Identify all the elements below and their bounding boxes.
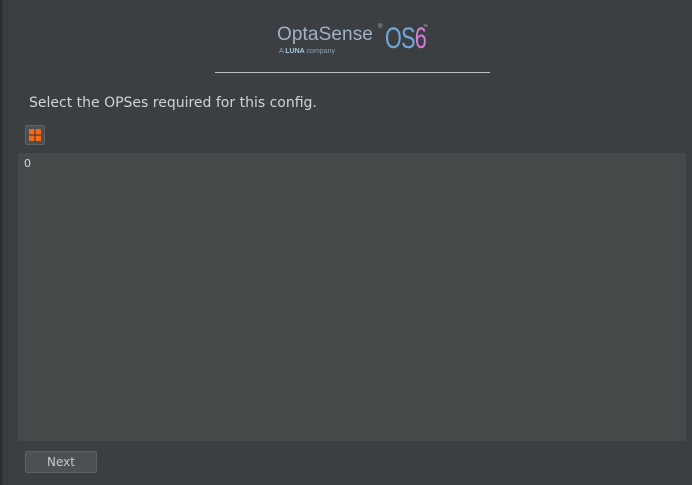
header-divider <box>215 72 490 73</box>
logo-tagline-suffix: company <box>304 48 336 55</box>
instruction-text: Select the OPSes required for this confi… <box>29 95 317 111</box>
next-button[interactable]: Next <box>25 451 97 473</box>
logo-brand-text: OptaSense <box>277 24 373 45</box>
header: OptaSense ® A LUNA company OS6 ™ <box>1 0 692 73</box>
grid-toggle-button[interactable] <box>25 125 45 145</box>
logo-tagline-luna: LUNA <box>285 48 305 55</box>
logo-tagline: A LUNA company <box>279 48 335 55</box>
grid-four-squares-icon <box>29 129 41 141</box>
optasense-os6-logo: OptaSense ® A LUNA company OS6 ™ <box>277 22 437 62</box>
logo-trademark-mark: ™ <box>423 24 428 30</box>
ops-list[interactable]: 0 <box>18 153 686 441</box>
logo-registered-mark: ® <box>378 24 383 30</box>
logo-product-mark: OS6 <box>385 22 427 56</box>
window-edge <box>1 0 3 485</box>
list-item[interactable]: 0 <box>24 157 31 170</box>
setup-window: OptaSense ® A LUNA company OS6 ™ Select … <box>0 0 692 485</box>
logo-product-os: OS <box>385 22 416 55</box>
